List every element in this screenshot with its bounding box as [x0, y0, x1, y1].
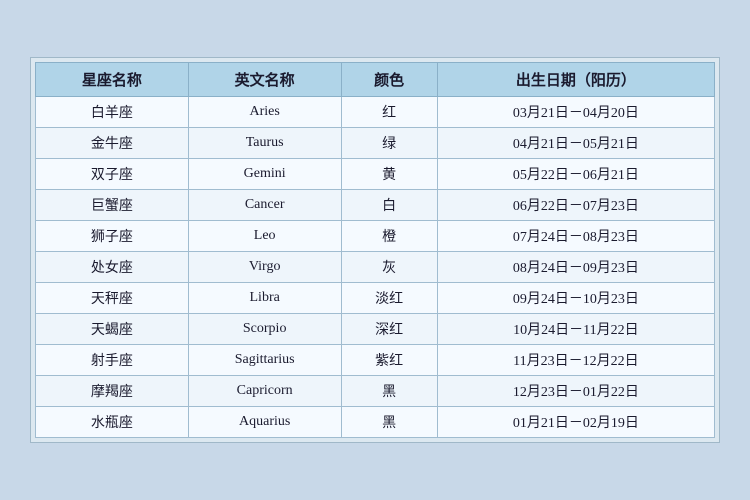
cell-dates: 04月21日－05月21日	[437, 128, 714, 159]
table-row: 狮子座Leo橙07月24日－08月23日	[36, 221, 715, 252]
table-row: 天秤座Libra淡红09月24日－10月23日	[36, 283, 715, 314]
cell-chinese-name: 巨蟹座	[36, 190, 189, 221]
cell-color: 红	[341, 97, 437, 128]
cell-color: 橙	[341, 221, 437, 252]
cell-chinese-name: 金牛座	[36, 128, 189, 159]
table-row: 摩羯座Capricorn黑12月23日－01月22日	[36, 376, 715, 407]
cell-color: 白	[341, 190, 437, 221]
cell-dates: 11月23日－12月22日	[437, 345, 714, 376]
header-dates: 出生日期（阳历）	[437, 63, 714, 97]
table-row: 双子座Gemini黄05月22日－06月21日	[36, 159, 715, 190]
zodiac-table-container: 星座名称 英文名称 颜色 出生日期（阳历） 白羊座Aries红03月21日－04…	[30, 57, 720, 443]
table-row: 金牛座Taurus绿04月21日－05月21日	[36, 128, 715, 159]
cell-english-name: Aries	[188, 97, 341, 128]
cell-dates: 01月21日－02月19日	[437, 407, 714, 438]
cell-color: 黑	[341, 376, 437, 407]
cell-english-name: Gemini	[188, 159, 341, 190]
cell-english-name: Sagittarius	[188, 345, 341, 376]
table-row: 水瓶座Aquarius黑01月21日－02月19日	[36, 407, 715, 438]
cell-color: 淡红	[341, 283, 437, 314]
cell-chinese-name: 射手座	[36, 345, 189, 376]
cell-chinese-name: 狮子座	[36, 221, 189, 252]
table-header-row: 星座名称 英文名称 颜色 出生日期（阳历）	[36, 63, 715, 97]
cell-color: 紫红	[341, 345, 437, 376]
cell-english-name: Libra	[188, 283, 341, 314]
header-english-name: 英文名称	[188, 63, 341, 97]
cell-chinese-name: 水瓶座	[36, 407, 189, 438]
cell-dates: 06月22日－07月23日	[437, 190, 714, 221]
cell-english-name: Capricorn	[188, 376, 341, 407]
cell-chinese-name: 天秤座	[36, 283, 189, 314]
cell-dates: 05月22日－06月21日	[437, 159, 714, 190]
cell-chinese-name: 处女座	[36, 252, 189, 283]
cell-chinese-name: 天蝎座	[36, 314, 189, 345]
cell-dates: 09月24日－10月23日	[437, 283, 714, 314]
table-row: 处女座Virgo灰08月24日－09月23日	[36, 252, 715, 283]
cell-dates: 10月24日－11月22日	[437, 314, 714, 345]
table-row: 巨蟹座Cancer白06月22日－07月23日	[36, 190, 715, 221]
table-row: 射手座Sagittarius紫红11月23日－12月22日	[36, 345, 715, 376]
cell-chinese-name: 双子座	[36, 159, 189, 190]
cell-english-name: Virgo	[188, 252, 341, 283]
cell-dates: 08月24日－09月23日	[437, 252, 714, 283]
cell-dates: 12月23日－01月22日	[437, 376, 714, 407]
header-color: 颜色	[341, 63, 437, 97]
cell-english-name: Cancer	[188, 190, 341, 221]
cell-english-name: Aquarius	[188, 407, 341, 438]
cell-color: 黄	[341, 159, 437, 190]
cell-chinese-name: 白羊座	[36, 97, 189, 128]
table-body: 白羊座Aries红03月21日－04月20日金牛座Taurus绿04月21日－0…	[36, 97, 715, 438]
cell-color: 灰	[341, 252, 437, 283]
cell-color: 深红	[341, 314, 437, 345]
cell-dates: 07月24日－08月23日	[437, 221, 714, 252]
cell-english-name: Leo	[188, 221, 341, 252]
cell-color: 黑	[341, 407, 437, 438]
cell-english-name: Scorpio	[188, 314, 341, 345]
table-row: 天蝎座Scorpio深红10月24日－11月22日	[36, 314, 715, 345]
zodiac-table: 星座名称 英文名称 颜色 出生日期（阳历） 白羊座Aries红03月21日－04…	[35, 62, 715, 438]
table-row: 白羊座Aries红03月21日－04月20日	[36, 97, 715, 128]
cell-english-name: Taurus	[188, 128, 341, 159]
cell-chinese-name: 摩羯座	[36, 376, 189, 407]
cell-color: 绿	[341, 128, 437, 159]
cell-dates: 03月21日－04月20日	[437, 97, 714, 128]
header-chinese-name: 星座名称	[36, 63, 189, 97]
